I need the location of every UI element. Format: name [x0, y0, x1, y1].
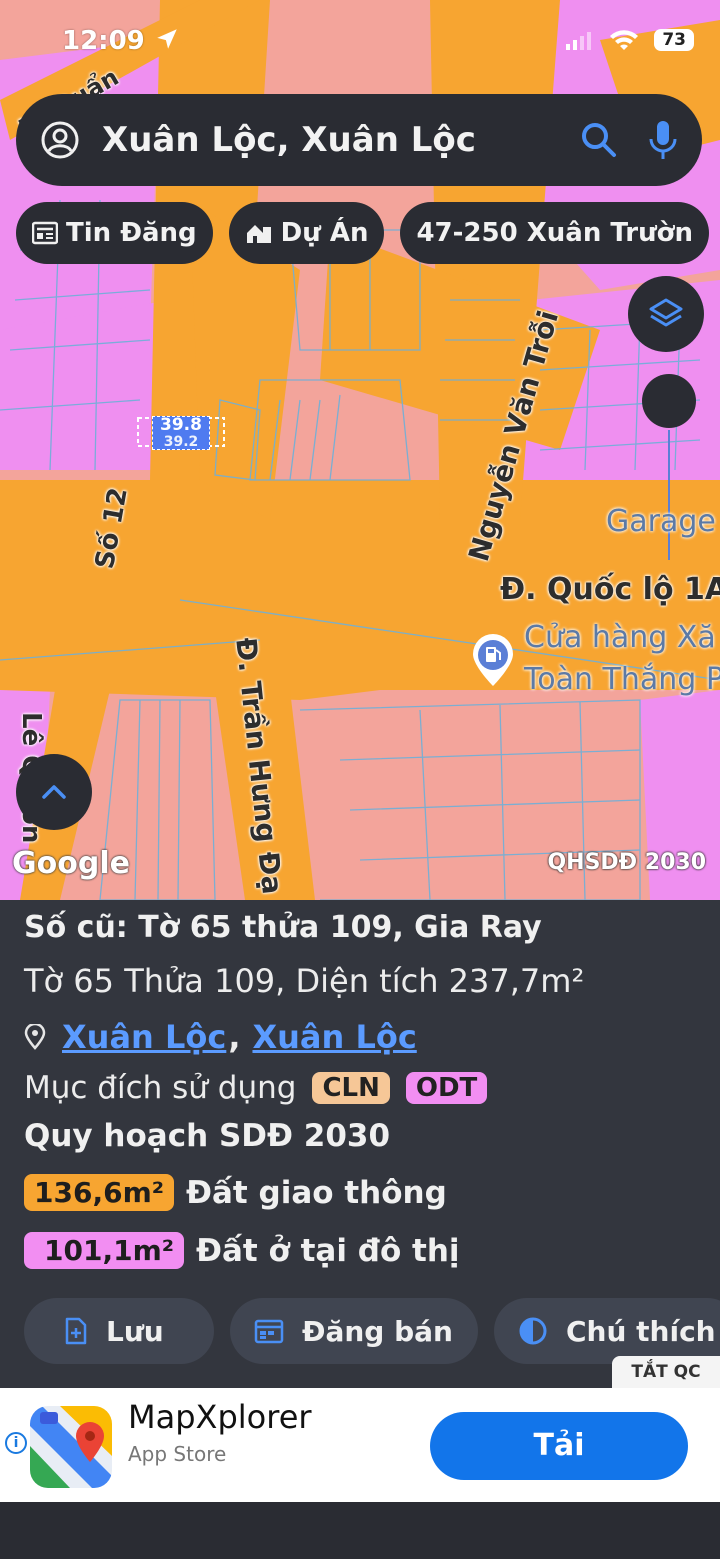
expand-panel-button[interactable]	[16, 754, 92, 830]
save-button[interactable]: Lưu	[24, 1298, 214, 1364]
ad-info-icon[interactable]: i	[5, 1432, 27, 1454]
land-use-tag-cln: CLN	[312, 1072, 390, 1104]
chevron-up-icon	[42, 785, 66, 799]
battery-icon: 73	[654, 29, 694, 51]
map-control-button[interactable]	[642, 374, 696, 428]
microphone-icon[interactable]	[648, 119, 678, 161]
location-pin-icon	[24, 1024, 46, 1050]
status-indicators: 73	[566, 28, 694, 52]
google-logo: Google	[12, 846, 130, 881]
parcel-info-panel: Số cũ: Tờ 65 thửa 109, Gia Ray Tờ 65 Thử…	[0, 900, 720, 1388]
poi-fuel-station-name-line1[interactable]: Cửa hàng Xă	[524, 620, 716, 655]
map-view[interactable]: Lê Duẩn Số 12 Nguyễn Văn Trỗi Đ. Quốc lộ…	[0, 0, 720, 900]
search-bar[interactable]: Xuân Lộc, Xuân Lộc	[16, 94, 702, 186]
status-time: 12:09	[62, 26, 180, 56]
poi-fuel-station-name-line2[interactable]: Toàn Thắng P	[524, 662, 720, 697]
plan-row-transport: 136,6m² Đất giao thông	[24, 1174, 447, 1211]
parcel-location: Xuân Lộc , Xuân Lộc	[24, 1018, 417, 1056]
post-sale-button[interactable]: Đăng bán	[230, 1298, 478, 1364]
account-icon[interactable]	[40, 120, 80, 160]
building-icon	[246, 225, 271, 243]
plan-label-residential: Đất ở tại đô thị	[196, 1232, 460, 1269]
location-link-town[interactable]: Xuân Lộc	[252, 1018, 416, 1056]
news-icon	[32, 221, 58, 245]
land-use-row: Mục đích sử dụng CLN ODT	[24, 1070, 488, 1106]
location-arrow-icon	[157, 29, 177, 49]
plan-title: Quy hoạch SDĐ 2030	[24, 1118, 391, 1154]
ad-app-name: MapXplorer	[128, 1398, 312, 1436]
search-input[interactable]: Xuân Lộc, Xuân Lộc	[102, 120, 580, 160]
filter-chips: Tin Đăng Dự Án 47-250 Xuân Trườn	[16, 202, 709, 264]
ad-download-button[interactable]: Tải	[430, 1412, 688, 1480]
disable-ads-button[interactable]: TẮT QC	[612, 1356, 720, 1388]
land-use-tag-odt: ODT	[405, 1072, 488, 1104]
legend-icon	[519, 1317, 547, 1345]
layers-button[interactable]	[628, 276, 704, 352]
poi-garage[interactable]: Garage	[606, 504, 716, 539]
land-use-label: Mục đích sử dụng	[24, 1070, 297, 1106]
ad-store-name: App Store	[128, 1442, 227, 1466]
map-layer-label: QHSDĐ 2030	[547, 850, 706, 875]
street-label-quoc-lo: Đ. Quốc lộ 1A	[500, 572, 720, 607]
location-separator: ,	[228, 1018, 241, 1056]
search-icon[interactable]	[580, 121, 618, 159]
parcel-summary: Tờ 65 Thửa 109, Diện tích 237,7m²	[24, 962, 585, 1000]
action-buttons: Lưu Đăng bán Chú thích	[24, 1298, 720, 1364]
chip-projects[interactable]: Dự Án	[228, 202, 385, 264]
save-icon	[65, 1317, 87, 1345]
plan-row-residential: 101,1m² Đất ở tại đô thị	[24, 1232, 460, 1269]
ad-banner[interactable]: i MapXplorer App Store Tải	[0, 1388, 720, 1502]
chip-address[interactable]: 47-250 Xuân Trườn	[400, 202, 709, 264]
plan-area-residential: 101,1m²	[24, 1232, 185, 1269]
chip-listings[interactable]: Tin Đăng	[16, 202, 213, 264]
cellular-signal-icon	[566, 32, 592, 50]
app-icon[interactable]	[30, 1406, 112, 1488]
wifi-icon	[610, 30, 639, 50]
parcel-old-number: Số cũ: Tờ 65 thửa 109, Gia Ray	[24, 910, 542, 945]
parcel-dimension-label: 39.8 39.2	[152, 416, 210, 450]
plan-area-transport: 136,6m²	[24, 1174, 175, 1211]
calendar-icon	[254, 1319, 284, 1344]
plan-label-transport: Đất giao thông	[186, 1174, 447, 1211]
fuel-station-icon[interactable]	[470, 634, 516, 688]
legend-button[interactable]: Chú thích	[494, 1298, 720, 1364]
location-link-district[interactable]: Xuân Lộc	[62, 1018, 226, 1056]
bottom-bar	[0, 1502, 720, 1559]
layers-icon	[649, 298, 683, 327]
